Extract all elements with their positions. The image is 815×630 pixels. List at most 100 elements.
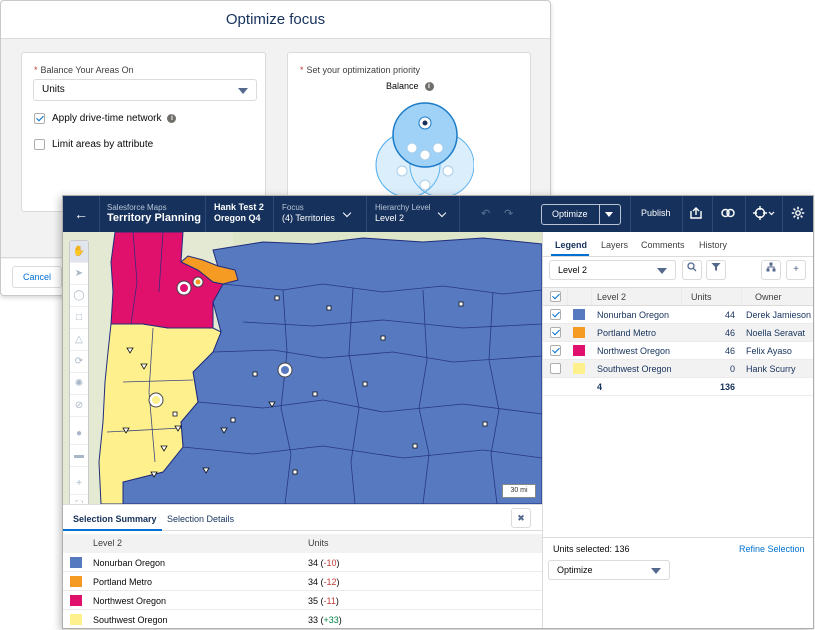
chevron-down-icon[interactable] xyxy=(342,208,352,218)
hierarchy-label: Hierarchy Level xyxy=(375,203,431,212)
legend-row[interactable]: Southwest Oregon 0 Hank Scurry xyxy=(543,360,813,378)
balance-label-text: Balance Your Areas On xyxy=(40,65,134,75)
legend-row-name[interactable]: Nonurban Oregon xyxy=(597,310,669,320)
apply-network-row[interactable]: Apply drive-time network i xyxy=(34,113,177,124)
split-icon[interactable]: ▬ xyxy=(70,445,88,467)
limit-areas-label: Limit areas by attribute xyxy=(52,139,154,150)
focus-value: (4) Territories xyxy=(282,213,335,223)
block-icon[interactable]: ⊘ xyxy=(70,395,88,417)
row-checkbox[interactable] xyxy=(550,363,561,374)
settings-gear-icon[interactable] xyxy=(790,206,806,222)
pointer-icon[interactable]: ➤ xyxy=(70,263,88,285)
territory-planning-window: ← Salesforce Maps Territory Planning Han… xyxy=(62,195,814,629)
color-swatch xyxy=(70,557,82,568)
focus-label: Focus xyxy=(282,203,304,212)
legend-total-units: 136 xyxy=(719,382,735,392)
merge-icon[interactable]: ● xyxy=(70,423,88,445)
cancel-button[interactable]: Cancel xyxy=(12,266,62,288)
legend-row[interactable]: Nonurban Oregon 44 Derek Jamieson xyxy=(543,306,813,324)
summary-header: Level 2 Units xyxy=(63,534,542,553)
tab-history[interactable]: History xyxy=(699,240,727,250)
color-swatch xyxy=(573,363,585,374)
legend-total-count: 4 xyxy=(597,382,603,392)
back-arrow-icon[interactable]: ← xyxy=(71,204,91,224)
legend-row-owner[interactable]: Hank Scurry xyxy=(741,364,796,374)
legend-row-units: 0 xyxy=(729,364,735,374)
legend-row-owner[interactable]: Derek Jamieson xyxy=(741,310,811,320)
optimize-split-button[interactable]: Optimize xyxy=(541,204,621,225)
circle-select-icon[interactable]: ◯ xyxy=(70,285,88,307)
refine-selection-link[interactable]: Refine Selection xyxy=(739,544,805,554)
summary-tabs: Selection Summary Selection Details ✖ xyxy=(63,505,542,531)
publish-button[interactable]: Publish xyxy=(641,208,671,218)
undo-icon[interactable]: ↶ xyxy=(481,207,490,220)
chevron-down-icon xyxy=(651,568,661,574)
hierarchy-dropdown[interactable]: Hierarchy Level Level 2 xyxy=(375,202,431,224)
collapse-icon[interactable]: ✖ xyxy=(511,508,531,528)
modal-title: Optimize focus xyxy=(1,1,550,39)
select-all-checkbox[interactable] xyxy=(550,291,561,302)
legend-col-level: Level 2 xyxy=(597,292,627,302)
lasso-icon[interactable]: ⟳ xyxy=(70,351,88,373)
legend-row[interactable]: Portland Metro 46 Noella Seravat xyxy=(543,324,813,342)
row-checkbox[interactable] xyxy=(550,309,561,320)
priority-card: * Set your optimization priority Balance … xyxy=(287,52,531,212)
add-icon[interactable]: + xyxy=(786,260,806,280)
limit-areas-row[interactable]: Limit areas by attribute xyxy=(34,139,153,150)
color-swatch xyxy=(573,327,585,338)
level-select[interactable]: Level 2 xyxy=(549,260,676,280)
tab-selection-summary[interactable]: Selection Summary xyxy=(73,514,157,524)
plan-name-block[interactable]: Hank Test 2 Oregon Q4 xyxy=(214,202,264,224)
compare-icon[interactable] xyxy=(720,206,736,222)
tab-legend[interactable]: Legend xyxy=(555,240,587,250)
balance-select[interactable]: Units xyxy=(33,79,257,101)
limit-areas-checkbox[interactable] xyxy=(34,139,45,150)
tab-layers[interactable]: Layers xyxy=(601,240,628,250)
legend-row[interactable]: Northwest Oregon 46 Felix Ayaso xyxy=(543,342,813,360)
hierarchy-icon[interactable] xyxy=(761,260,781,280)
filter-icon[interactable] xyxy=(706,260,726,280)
summary-row: Northwest Oregon 35 (-11) xyxy=(63,591,542,610)
tab-selection-details[interactable]: Selection Details xyxy=(167,514,234,524)
polygon-select-icon[interactable]: △ xyxy=(70,329,88,351)
chevron-down-icon[interactable] xyxy=(437,208,447,218)
target-dropdown-icon[interactable] xyxy=(753,206,775,222)
summary-col-level: Level 2 xyxy=(93,538,123,548)
row-checkbox[interactable] xyxy=(550,327,561,338)
info-icon[interactable]: i xyxy=(424,81,434,91)
focus-dropdown[interactable]: Focus (4) Territories xyxy=(282,202,335,224)
summary-row-units: 35 (-11) xyxy=(308,596,339,606)
legend-row-units: 44 xyxy=(724,310,735,320)
summary-col-units: Units xyxy=(308,538,329,548)
app-title: Territory Planning xyxy=(107,212,201,224)
gear-icon[interactable]: ✺ xyxy=(70,373,88,395)
redo-icon[interactable]: ↷ xyxy=(504,207,513,220)
plan-name-line1: Hank Test 2 xyxy=(214,202,264,212)
chevron-down-icon[interactable] xyxy=(605,212,613,217)
rectangle-select-icon[interactable]: □ xyxy=(70,307,88,329)
legend-row-name[interactable]: Southwest Oregon xyxy=(597,364,672,374)
zoom-in-icon[interactable]: + xyxy=(70,473,88,495)
legend-row-owner[interactable]: Felix Ayaso xyxy=(741,346,792,356)
summary-row: Southwest Oregon 33 (+33) xyxy=(63,610,542,628)
top-bar: ← Salesforce Maps Territory Planning Han… xyxy=(63,196,813,232)
legend-row-name[interactable]: Portland Metro xyxy=(597,328,656,338)
level-select-value: Level 2 xyxy=(558,265,588,275)
row-checkbox[interactable] xyxy=(550,345,561,356)
apply-network-checkbox[interactable] xyxy=(34,113,45,124)
legend-table-header: Level 2 Units Owner xyxy=(543,287,813,306)
territory-map-canvas[interactable] xyxy=(63,232,542,504)
info-icon[interactable]: i xyxy=(167,114,177,123)
territory-map[interactable]: ✋ ➤ ◯ □ △ ⟳ ✺ ⊘ ● ▬ + ⛶ 30 mi xyxy=(63,232,542,504)
balance-field-label: * Balance Your Areas On xyxy=(34,65,134,75)
hand-icon[interactable]: ✋ xyxy=(70,241,88,263)
search-icon[interactable] xyxy=(682,260,702,280)
fullscreen-icon[interactable]: ⛶ xyxy=(70,495,88,504)
legend-row-name[interactable]: Northwest Oregon xyxy=(597,346,670,356)
priority-venn-diagram[interactable] xyxy=(354,93,474,211)
legend-row-owner[interactable]: Noella Seravat xyxy=(741,328,805,338)
tab-comments[interactable]: Comments xyxy=(641,240,685,250)
share-icon[interactable] xyxy=(688,206,704,222)
optimize-select[interactable]: Optimize xyxy=(548,560,670,580)
optimize-select-value: Optimize xyxy=(557,565,593,575)
